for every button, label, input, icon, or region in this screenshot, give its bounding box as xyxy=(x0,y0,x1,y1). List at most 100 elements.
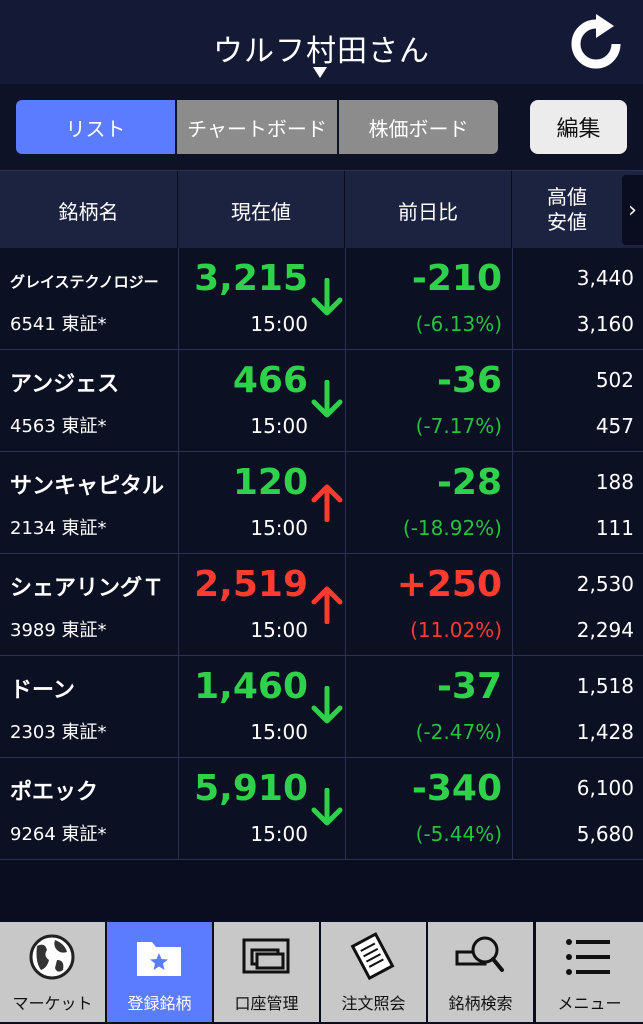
stock-code-market: 9264 東証* xyxy=(10,824,107,845)
header: ウルフ村田さん xyxy=(0,0,643,84)
tab-hamburger[interactable]: メニュー xyxy=(536,922,643,1022)
column-divider xyxy=(345,758,346,860)
current-price: 120 xyxy=(232,462,308,503)
column-divider xyxy=(512,350,513,452)
price-change-percent: (-7.17%) xyxy=(415,414,502,438)
table-row[interactable]: ポエック 9264 東証* 5,910 15:00 -340 (-5.44%) … xyxy=(0,758,643,860)
column-divider xyxy=(345,350,346,452)
tab-label: 口座管理 xyxy=(234,994,299,1013)
column-divider xyxy=(178,656,179,758)
column-divider xyxy=(178,452,179,554)
column-divider xyxy=(178,758,179,860)
low-price: 1,428 xyxy=(576,720,634,744)
arrow-up-icon xyxy=(311,586,343,624)
stock-name: アンジェス xyxy=(10,372,120,397)
edit-button[interactable]: 編集 xyxy=(530,100,627,154)
tab-label: メニュー xyxy=(557,994,622,1013)
high-price: 1,518 xyxy=(576,674,634,698)
high-price: 188 xyxy=(595,470,634,494)
column-divider xyxy=(512,656,513,758)
current-price: 3,215 xyxy=(194,258,308,299)
segment-stock-board[interactable]: 株価ボード xyxy=(339,100,498,154)
high-price: 3,440 xyxy=(576,266,634,290)
column-header-high-low[interactable]: 高値 安値 xyxy=(512,171,622,249)
view-switcher: リスト チャートボード 株価ボード 編集 xyxy=(0,84,643,170)
column-divider xyxy=(512,452,513,554)
arrow-down-icon xyxy=(311,380,343,418)
tab-globe[interactable]: マーケット xyxy=(0,922,105,1022)
price-time: 15:00 xyxy=(250,312,308,336)
table-row[interactable]: シェアリングＴ 3989 東証* 2,519 15:00 +250 (11.02… xyxy=(0,554,643,656)
arrow-down-icon xyxy=(311,788,343,826)
tab-cards[interactable]: 口座管理 xyxy=(214,922,319,1022)
stock-name: サンキャピタル xyxy=(10,474,165,499)
current-price: 1,460 xyxy=(194,666,308,707)
bottom-tab-bar: マーケット 登録銘柄 口座管理 注文照会 銘柄検索 メニュー xyxy=(0,920,643,1024)
table-row[interactable]: ドーン 2303 東証* 1,460 15:00 -37 (-2.47%) 1,… xyxy=(0,656,643,758)
column-header-high: 高値 xyxy=(547,185,587,209)
low-price: 2,294 xyxy=(576,618,634,642)
column-header-change[interactable]: 前日比 xyxy=(345,171,512,249)
price-change: -340 xyxy=(411,768,502,809)
low-price: 3,160 xyxy=(576,312,634,336)
arrow-down-icon xyxy=(311,278,343,316)
price-change-percent: (-5.44%) xyxy=(415,822,502,846)
low-price: 111 xyxy=(595,516,634,540)
column-divider xyxy=(345,656,346,758)
column-divider xyxy=(345,452,346,554)
high-price: 6,100 xyxy=(576,776,634,800)
price-time: 15:00 xyxy=(250,720,308,744)
tab-label: 登録銘柄 xyxy=(127,994,192,1013)
column-divider xyxy=(345,248,346,350)
refresh-icon[interactable] xyxy=(566,14,626,74)
title-dropdown-caret-icon[interactable] xyxy=(313,67,327,78)
table-row[interactable]: グレイステクノロジー 6541 東証* 3,215 15:00 -210 (-6… xyxy=(0,248,643,350)
table-row[interactable]: アンジェス 4563 東証* 466 15:00 -36 (-7.17%) 50… xyxy=(0,350,643,452)
price-change-percent: (-6.13%) xyxy=(415,312,502,336)
stock-name: ドーン xyxy=(10,678,75,703)
page-title[interactable]: ウルフ村田さん xyxy=(0,26,643,70)
column-divider xyxy=(512,554,513,656)
column-divider xyxy=(178,350,179,452)
stock-code-market: 3989 東証* xyxy=(10,620,107,641)
stock-name: ポエック xyxy=(10,780,99,805)
current-price: 466 xyxy=(232,360,308,401)
stock-code-market: 2134 東証* xyxy=(10,518,107,539)
tab-document[interactable]: 注文照会 xyxy=(321,922,426,1022)
high-price: 502 xyxy=(595,368,634,392)
scroll-right-chevron-icon[interactable]: › xyxy=(622,175,643,245)
low-price: 457 xyxy=(595,414,634,438)
current-price: 2,519 xyxy=(194,564,308,605)
column-divider xyxy=(512,758,513,860)
arrow-up-icon xyxy=(311,484,343,522)
price-time: 15:00 xyxy=(250,618,308,642)
price-change-percent: (11.02%) xyxy=(410,618,502,642)
price-change-percent: (-18.92%) xyxy=(402,516,502,540)
price-change: -36 xyxy=(436,360,502,401)
table-row[interactable]: サンキャピタル 2134 東証* 120 15:00 -28 (-18.92%)… xyxy=(0,452,643,554)
column-header-price[interactable]: 現在値 xyxy=(178,171,345,249)
column-divider xyxy=(345,554,346,656)
arrow-down-icon xyxy=(311,686,343,724)
tab-magnifier[interactable]: 銘柄検索 xyxy=(428,922,533,1022)
folder-star-icon xyxy=(137,942,181,976)
segment-list[interactable]: リスト xyxy=(16,100,175,154)
low-price: 5,680 xyxy=(576,822,634,846)
segment-chart-board[interactable]: チャートボード xyxy=(177,100,337,154)
high-price: 2,530 xyxy=(576,572,634,596)
table-header: 銘柄名 現在値 前日比 高値 安値 › xyxy=(0,170,643,249)
price-change: +250 xyxy=(396,564,502,605)
tab-label: 注文照会 xyxy=(341,994,406,1013)
price-time: 15:00 xyxy=(250,414,308,438)
price-change: -210 xyxy=(411,258,502,299)
tab-folder-star[interactable]: 登録銘柄 xyxy=(107,922,212,1022)
globe-icon xyxy=(29,934,75,980)
price-change: -28 xyxy=(436,462,502,503)
column-divider xyxy=(512,248,513,350)
stock-name: グレイステクノロジー xyxy=(10,273,159,291)
stock-code-market: 6541 東証* xyxy=(10,314,107,335)
column-header-name[interactable]: 銘柄名 xyxy=(0,171,178,249)
price-time: 15:00 xyxy=(250,822,308,846)
column-divider xyxy=(178,248,179,350)
document-icon xyxy=(350,932,395,981)
